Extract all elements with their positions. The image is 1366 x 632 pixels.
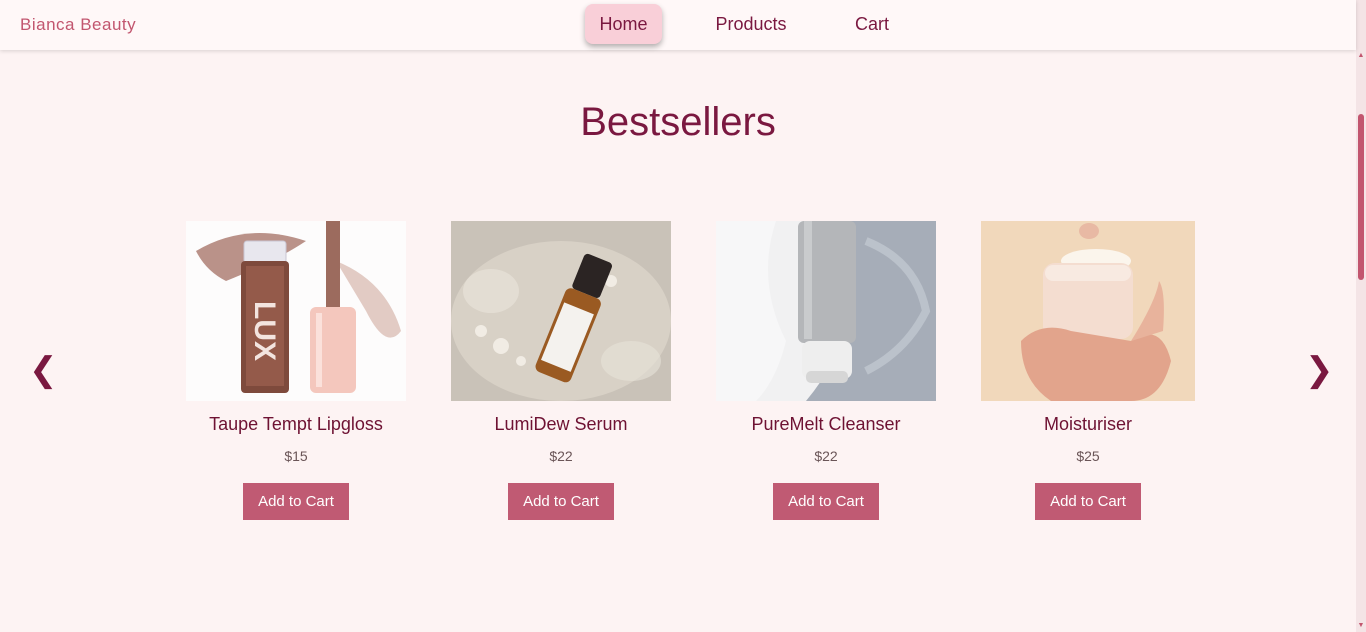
product-price: $15 — [284, 448, 308, 464]
product-name[interactable]: Taupe Tempt Lipgloss — [186, 414, 406, 436]
carousel-next-icon[interactable]: ❯ — [1305, 350, 1334, 390]
lipgloss-product-image[interactable]: LUX — [186, 221, 406, 401]
scroll-up-icon[interactable]: ▲ — [1357, 52, 1365, 60]
moisturiser-product-image[interactable] — [981, 221, 1195, 401]
product-card: LumiDew Serum $22 Add to Cart — [451, 221, 671, 520]
product-name[interactable]: LumiDew Serum — [451, 414, 671, 436]
product-price: $22 — [814, 448, 838, 464]
cleanser-product-image[interactable] — [716, 221, 936, 401]
nav-cart-link[interactable]: Cart — [850, 4, 894, 44]
product-name[interactable]: Moisturiser — [981, 414, 1195, 436]
add-to-cart-button[interactable]: Add to Cart — [243, 483, 349, 520]
serum-product-image[interactable] — [451, 221, 671, 401]
scrollbar-thumb[interactable] — [1358, 114, 1364, 280]
product-card: LUX Taupe Tempt Lipgloss $15 Add to Cart — [186, 221, 406, 520]
section-title: Bestsellers — [580, 100, 776, 144]
product-card: PureMelt Cleanser $22 Add to Cart — [716, 221, 936, 520]
top-navbar: Bianca Beauty Home Products Cart — [0, 0, 1356, 50]
nav-products-link[interactable]: Products — [710, 4, 792, 44]
product-price: $25 — [1076, 448, 1100, 464]
main-nav: Home Products Cart — [0, 4, 1356, 46]
svg-text:LUX: LUX — [248, 301, 281, 361]
add-to-cart-button[interactable]: Add to Cart — [773, 483, 879, 520]
scroll-down-icon[interactable]: ▼ — [1357, 622, 1365, 630]
carousel-prev-icon[interactable]: ❮ — [29, 350, 58, 390]
page-scrollbar[interactable]: ▲ ▼ — [1356, 0, 1366, 632]
product-price: $22 — [549, 448, 573, 464]
product-card: Moisturiser $25 Add to Cart — [981, 221, 1195, 520]
product-name[interactable]: PureMelt Cleanser — [716, 414, 936, 436]
add-to-cart-button[interactable]: Add to Cart — [508, 483, 614, 520]
add-to-cart-button[interactable]: Add to Cart — [1035, 483, 1141, 520]
nav-home-link[interactable]: Home — [585, 4, 662, 44]
